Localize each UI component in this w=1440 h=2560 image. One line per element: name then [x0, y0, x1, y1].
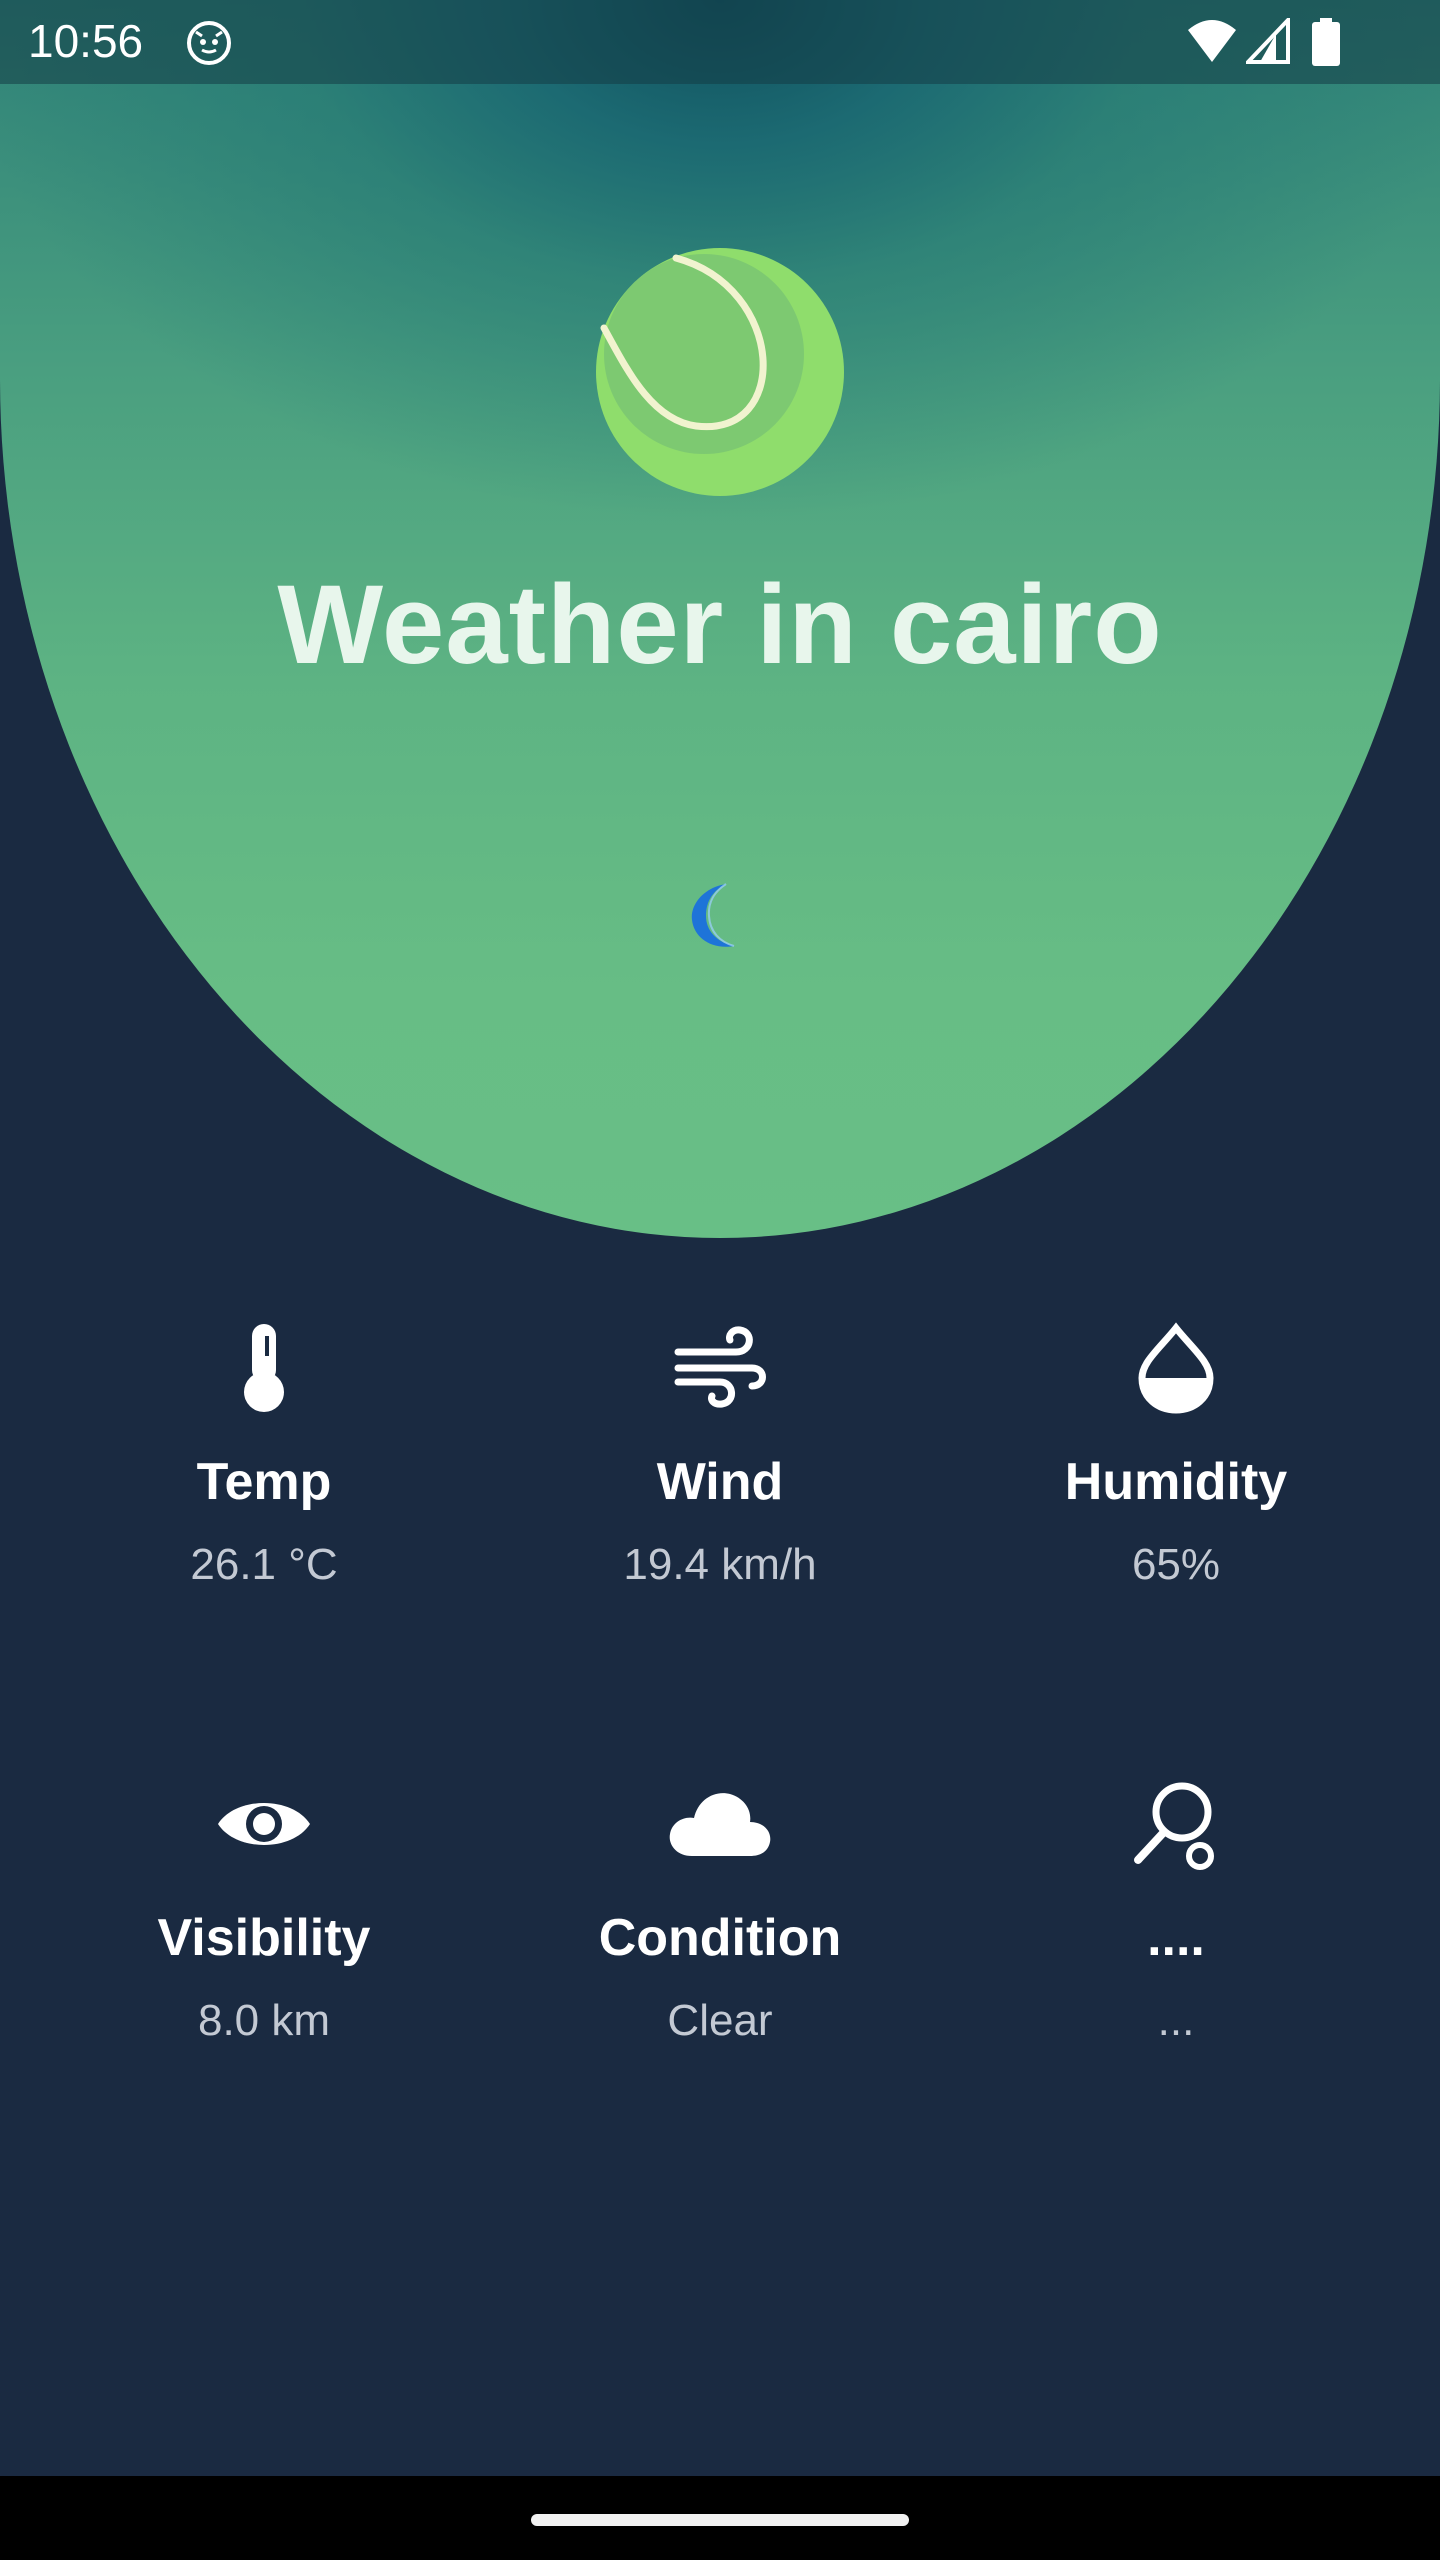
page-title: Weather in cairo — [277, 562, 1163, 687]
stat-label: Visibility — [157, 1909, 371, 1967]
tennis-ball-logo — [596, 248, 844, 496]
battery-icon — [1312, 18, 1340, 66]
stat-label: Humidity — [1064, 1453, 1288, 1511]
cloud-icon — [669, 1793, 771, 1856]
stat-value: 19.4 km/h — [623, 1540, 817, 1589]
home-gesture-handle[interactable] — [531, 2514, 909, 2526]
stat-wind: Wind 19.4 km/h — [480, 1322, 960, 1590]
stat-visibility: Visibility 8.0 km — [24, 1778, 504, 2046]
wifi-icon — [1188, 20, 1236, 62]
cell-signal-icon — [1246, 18, 1290, 64]
eye-icon — [218, 1803, 310, 1845]
status-time: 10:56 — [28, 15, 144, 67]
stat-value: 26.1 °C — [190, 1540, 338, 1589]
notification-app-icon — [187, 21, 231, 65]
stat-condition: Condition Clear — [480, 1778, 960, 2046]
sports-racket-icon — [1134, 1782, 1214, 1870]
stat-humidity: Humidity 65% — [936, 1322, 1416, 1590]
status-bar: 10:56 — [0, 0, 1440, 84]
stat-temp: Temp 26.1 °C — [24, 1322, 504, 1590]
wind-icon — [674, 1326, 766, 1408]
hero-banner: Weather in cairo — [0, 0, 1440, 1238]
stat-value: Clear — [667, 1996, 773, 2045]
stat-value: 8.0 km — [197, 1996, 331, 2045]
stat-extra: .... ... — [936, 1778, 1416, 2046]
thermometer-icon — [244, 1324, 284, 1412]
stat-label: Temp — [196, 1453, 332, 1511]
moon-icon — [691, 883, 735, 947]
stat-value: 65% — [1131, 1540, 1221, 1589]
stat-label: Wind — [656, 1453, 784, 1511]
humidity-drop-icon — [1138, 1322, 1214, 1414]
stat-label: .... — [1147, 1909, 1205, 1967]
stat-label: Condition — [598, 1909, 842, 1967]
stat-value: ... — [1157, 1996, 1195, 2045]
